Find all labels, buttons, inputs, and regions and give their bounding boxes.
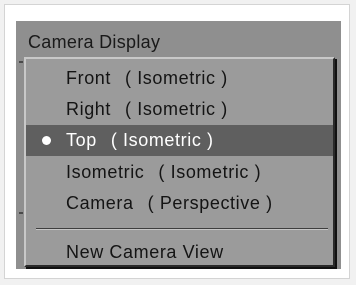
camera-display-title[interactable]: Camera Display [28, 31, 160, 53]
menu-item-projection: ( Isometric ) [158, 162, 262, 182]
menu-item-projection: ( Isometric ) [125, 99, 228, 119]
menu-item-projection: ( Perspective ) [147, 193, 273, 213]
menu-item-label: Right [66, 99, 112, 119]
panel-edge-mark [19, 212, 23, 214]
menu-item-projection: ( Isometric ) [125, 68, 228, 88]
menu-item-label: Isometric [66, 162, 145, 182]
menu-item-projection: ( Isometric ) [110, 130, 214, 150]
menu-item-right[interactable]: Right ( Isometric ) [26, 94, 333, 125]
menu-item-label: Front [66, 68, 112, 88]
menu-item-label: New Camera View [66, 242, 224, 262]
menu-item-front[interactable]: Front ( Isometric ) [26, 63, 333, 94]
menu-item-label: Camera [66, 193, 134, 213]
camera-display-menu: Front ( Isometric ) Right ( Isometric ) To… [24, 57, 335, 267]
menu-separator [36, 228, 328, 230]
menu-item-top[interactable]: Top ( Isometric ) [26, 125, 333, 156]
panel-edge-mark [19, 61, 23, 63]
menu-item-new-camera-view[interactable]: New Camera View [26, 237, 333, 268]
menu-item-label: Top [66, 130, 97, 150]
menu-item-camera[interactable]: Camera ( Perspective ) [26, 188, 333, 219]
menu-item-isometric[interactable]: Isometric ( Isometric ) [26, 157, 333, 188]
bullet-icon [42, 136, 51, 145]
